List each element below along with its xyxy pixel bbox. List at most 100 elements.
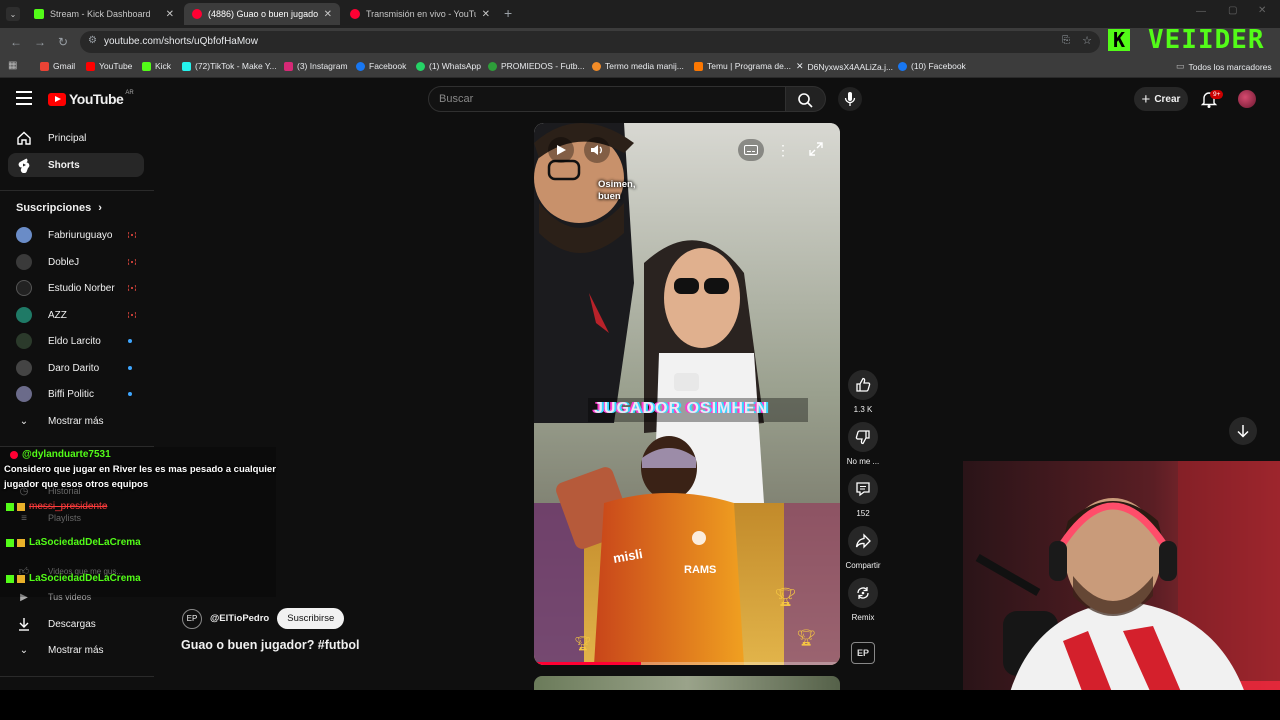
- tab-title: Stream - Kick Dashboard: [50, 9, 151, 19]
- subscribe-button[interactable]: Suscribirse: [277, 608, 345, 629]
- reload-icon[interactable]: ↻: [58, 35, 68, 49]
- search-button[interactable]: [786, 86, 826, 112]
- tab-youtube-live[interactable]: Transmisión en vivo - YouTube ✕: [342, 3, 498, 25]
- voice-search-button[interactable]: [838, 87, 862, 111]
- create-button[interactable]: + Crear: [1134, 87, 1188, 111]
- next-short-preview[interactable]: [534, 676, 840, 690]
- channel-avatar[interactable]: EP: [182, 608, 202, 629]
- bookmark-x[interactable]: ✕ D6NyxwsX4AALiZa.j...: [796, 61, 893, 72]
- remix-button[interactable]: Remix: [848, 578, 878, 622]
- short-title[interactable]: Guao o buen jugador? #futbol: [181, 638, 359, 652]
- subscriptions-title: Suscripciones: [16, 202, 92, 214]
- all-bookmarks[interactable]: ▭ Todos los marcadores: [1176, 61, 1272, 72]
- comment-count: 152: [856, 509, 870, 518]
- more-options-icon[interactable]: ⋮: [776, 139, 790, 161]
- sidebar-item-doblej[interactable]: DobleJ: [8, 250, 144, 274]
- sidebar-item-fabriuruguayo[interactable]: Fabriuruguayo: [8, 223, 144, 247]
- close-tab-icon[interactable]: ✕: [166, 9, 174, 20]
- kick-favicon-icon: [34, 9, 44, 19]
- sidebar-item-home[interactable]: Principal: [8, 126, 144, 150]
- new-tab-icon[interactable]: +: [504, 5, 512, 21]
- play-button[interactable]: [548, 137, 574, 163]
- shorts-player[interactable]: misli RAMS 🏆︎ 🏆︎ 🏆︎ JUGADOR OSIMHEN Osim…: [534, 123, 840, 665]
- webcam-frame: fate: [963, 461, 1280, 720]
- fullscreen-button[interactable]: [806, 139, 826, 159]
- back-icon[interactable]: ←: [10, 35, 22, 49]
- sidebar-item-biffi-politic[interactable]: Biffi Politic: [8, 382, 144, 406]
- close-tab-icon[interactable]: ✕: [482, 9, 490, 20]
- sidebar-item-daro-darito[interactable]: Daro Darito: [8, 356, 144, 380]
- microphone-icon: [844, 92, 856, 106]
- home-icon: [16, 130, 32, 146]
- chat-user-label: @dylanduarte7531: [22, 449, 111, 460]
- apps-grid-icon[interactable]: ▦: [8, 60, 17, 71]
- new-content-dot: [128, 392, 132, 396]
- forward-icon[interactable]: →: [34, 35, 46, 49]
- search-box[interactable]: [428, 86, 786, 112]
- account-avatar[interactable]: [1238, 90, 1256, 108]
- next-short-button[interactable]: [1229, 417, 1257, 445]
- maximize-icon[interactable]: ▢: [1228, 5, 1237, 16]
- tab-search-icon[interactable]: ⌄: [6, 7, 20, 21]
- sidebar-item-label: Descargas: [48, 618, 96, 630]
- like-button[interactable]: 1.3 K: [848, 370, 878, 414]
- country-code: AR: [125, 90, 134, 96]
- address-bar[interactable]: ⚙ youtube.com/shorts/uQbfofHaMow ⎘ ☆: [80, 31, 1100, 53]
- sidebar-item-label: Shorts: [48, 159, 80, 171]
- browser-tab-strip: ⌄ Stream - Kick Dashboard ✕ (4886) Guao …: [0, 0, 1280, 28]
- close-window-icon[interactable]: ✕: [1258, 5, 1266, 16]
- chat-username: @dylanduarte7531: [10, 449, 111, 460]
- bookmark-termo[interactable]: Termo media manij...: [592, 61, 684, 71]
- volume-button[interactable]: [584, 137, 610, 163]
- minimize-icon[interactable]: —: [1196, 6, 1206, 17]
- arrow-down-icon: [1237, 425, 1249, 438]
- bookmark-youtube[interactable]: YouTube: [86, 61, 132, 71]
- bookmark-promiedos[interactable]: PROMIEDOS - Futb...: [488, 61, 585, 71]
- sidebar-item-shorts[interactable]: Shorts: [8, 153, 144, 177]
- sidebar-item-estudio-norber[interactable]: Estudio Norber: [8, 276, 144, 300]
- bookmark-facebook-2[interactable]: (10) Facebook: [898, 61, 966, 71]
- channel-avatar: [16, 227, 32, 243]
- browser-toolbar: ← → ↻ ⚙ youtube.com/shorts/uQbfofHaMow ⎘…: [0, 28, 1280, 56]
- close-tab-icon[interactable]: ✕: [324, 9, 332, 20]
- tab-youtube-short[interactable]: (4886) Guao o buen jugador? # ✕: [184, 3, 340, 25]
- search-input[interactable]: [439, 93, 769, 105]
- dislike-button[interactable]: No me ...: [847, 422, 879, 466]
- sound-thumbnail[interactable]: EP: [851, 642, 875, 664]
- channel-name[interactable]: @ElTioPedro: [210, 613, 269, 624]
- bookmark-star-icon[interactable]: ☆: [1082, 34, 1092, 47]
- install-app-icon[interactable]: ⎘: [1062, 35, 1070, 46]
- youtube-logo[interactable]: YouTube AR: [48, 90, 134, 107]
- sidebar-item-eldo-larcito[interactable]: Eldo Larcito: [8, 329, 144, 353]
- bookmark-instagram[interactable]: (3) Instagram: [284, 61, 348, 71]
- bookmark-facebook[interactable]: Facebook: [356, 61, 406, 71]
- bookmark-gmail[interactable]: Gmail: [40, 61, 75, 71]
- bookmark-kick[interactable]: Kick: [142, 61, 171, 71]
- sidebar-show-more-subscriptions[interactable]: ⌄ Mostrar más: [8, 409, 144, 433]
- comments-button[interactable]: 152: [848, 474, 878, 518]
- streamer-webcam: fate: [963, 461, 1280, 720]
- bookmark-tiktok[interactable]: (72)TikTok - Make Y...: [182, 61, 277, 71]
- site-info-icon[interactable]: ⚙: [88, 35, 97, 46]
- stream-overlay-logo: K VEIIDER: [1108, 24, 1265, 56]
- menu-icon[interactable]: [16, 91, 32, 105]
- channel-avatar: [16, 280, 32, 296]
- kick-logo-icon: K: [1108, 28, 1130, 52]
- sidebar-item-downloads[interactable]: Descargas: [8, 612, 144, 636]
- captions-button[interactable]: [738, 139, 764, 161]
- live-icon: [128, 232, 136, 238]
- sidebar-show-more-you[interactable]: ⌄ Mostrar más: [8, 638, 144, 662]
- subscriptions-header[interactable]: Suscripciones ›: [16, 202, 102, 214]
- bookmark-temu[interactable]: Temu | Programa de...: [694, 61, 791, 71]
- video-caption: Osimen, buen: [598, 179, 636, 202]
- subscriber-badge-icon: [17, 502, 25, 511]
- progress-track[interactable]: [534, 662, 840, 665]
- share-button[interactable]: Compartir: [845, 526, 881, 570]
- whatsapp-icon: [416, 61, 425, 71]
- youtube-badge-icon: [10, 450, 18, 459]
- tab-kick-dashboard[interactable]: Stream - Kick Dashboard ✕: [26, 3, 182, 25]
- sidebar-item-azz[interactable]: AZZ: [8, 303, 144, 327]
- youtube-icon: [86, 61, 95, 71]
- bookmark-whatsapp[interactable]: (1) WhatsApp: [416, 61, 481, 71]
- like-count: 1.3 K: [853, 405, 873, 414]
